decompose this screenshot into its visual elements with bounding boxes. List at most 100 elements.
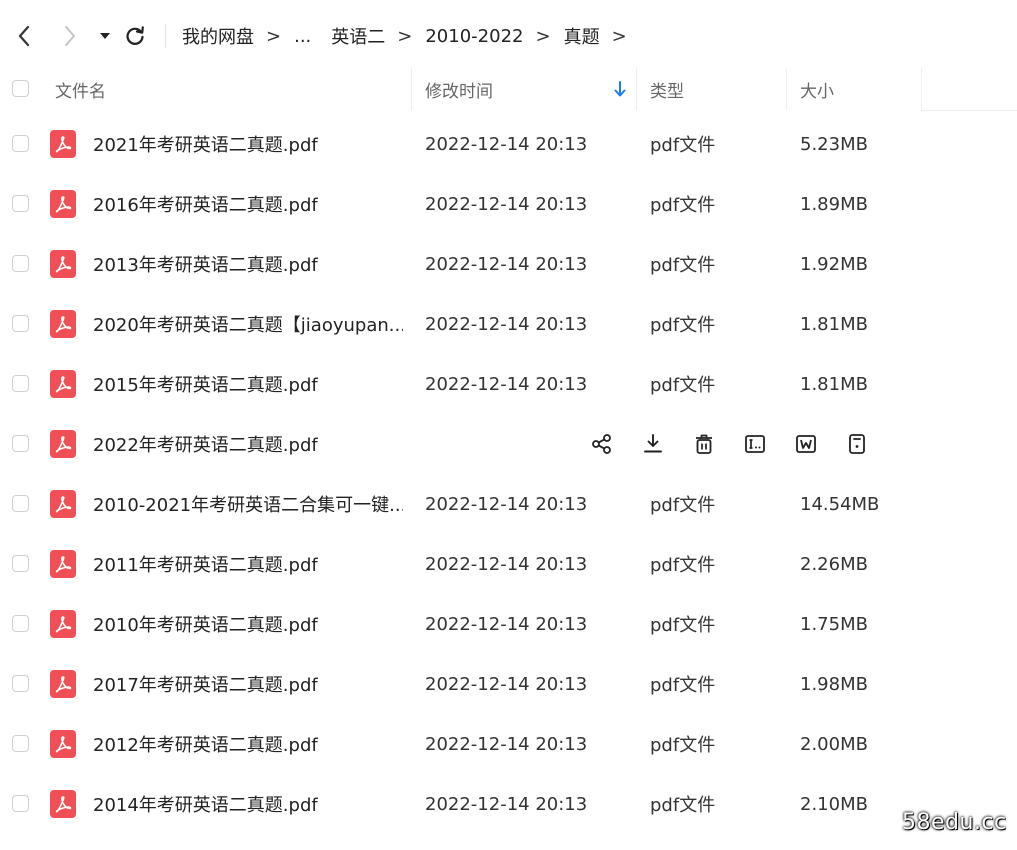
breadcrumb: 我的网盘 > ... > 英语二 > 2010-2022 > 真题 > <box>182 23 640 49</box>
row-checkbox[interactable] <box>12 495 29 512</box>
file-name[interactable]: 2013年考研英语二真题.pdf <box>93 234 318 294</box>
pdf-file-icon <box>50 190 76 218</box>
header-name[interactable]: 文件名 <box>55 66 106 112</box>
row-checkbox[interactable] <box>12 375 29 392</box>
file-list-header: 文件名 修改时间 类型 大小 <box>0 66 1017 112</box>
row-actions <box>590 432 869 456</box>
file-size: 2.10MB <box>800 793 868 815</box>
row-checkbox[interactable] <box>12 195 29 212</box>
column-divider[interactable] <box>921 68 922 112</box>
refresh-icon <box>126 26 144 45</box>
breadcrumb-separator: > <box>535 25 551 47</box>
file-type: pdf文件 <box>650 675 716 696</box>
file-name[interactable]: 2011年考研英语二真题.pdf <box>93 534 318 594</box>
file-name[interactable]: 2010-2021年考研英语二合集可一键... <box>93 474 403 534</box>
column-divider[interactable] <box>411 68 412 110</box>
table-row[interactable]: 2020年考研英语二真题【jiaoyupan... 2022-12-14 20:1… <box>0 294 1017 354</box>
pdf-file-icon <box>50 130 76 158</box>
select-all-checkbox[interactable] <box>12 80 29 97</box>
table-row[interactable]: 2014年考研英语二真题.pdf 2022-12-14 20:13 pdf文件 2.1… <box>0 774 1017 834</box>
header-mtime[interactable]: 修改时间 <box>425 66 493 112</box>
pdf-file-icon <box>50 370 76 398</box>
share-icon[interactable] <box>590 432 614 456</box>
file-type: pdf文件 <box>650 555 716 576</box>
breadcrumb-item-current: 真题 <box>563 27 600 48</box>
chevron-right-icon <box>65 26 75 46</box>
history-dropdown-button[interactable] <box>93 22 117 50</box>
row-checkbox[interactable] <box>12 675 29 692</box>
pdf-file-icon <box>50 730 76 758</box>
file-name[interactable]: 2015年考研英语二真题.pdf <box>93 354 318 414</box>
file-name[interactable]: 2016年考研英语二真题.pdf <box>93 174 318 234</box>
pdf-file-icon <box>50 670 76 698</box>
file-size: 1.81MB <box>800 373 868 395</box>
back-button[interactable] <box>12 22 36 50</box>
pdf-file-icon <box>50 550 76 578</box>
pdf-file-icon <box>50 490 76 518</box>
table-row[interactable]: 2013年考研英语二真题.pdf 2022-12-14 20:13 pdf文件 1.9… <box>0 234 1017 294</box>
breadcrumb-item-years[interactable]: 2010-2022 <box>425 26 523 47</box>
table-row[interactable]: 2015年考研英语二真题.pdf 2022-12-14 20:13 pdf文件 1.8… <box>0 354 1017 414</box>
file-type: pdf文件 <box>650 315 716 336</box>
table-row[interactable]: 2016年考研英语二真题.pdf 2022-12-14 20:13 pdf文件 1.8… <box>0 174 1017 234</box>
pdf-file-icon <box>50 610 76 638</box>
row-checkbox[interactable] <box>12 435 29 452</box>
file-name[interactable]: 2022年考研英语二真题.pdf <box>93 414 318 474</box>
file-type: pdf文件 <box>650 495 716 516</box>
file-type: pdf文件 <box>650 195 716 216</box>
toolbar: 我的网盘 > ... > 英语二 > 2010-2022 > 真题 > <box>0 10 1017 62</box>
table-row[interactable]: 2010-2021年考研英语二合集可一键... 2022-12-14 20:13 p… <box>0 474 1017 534</box>
row-checkbox[interactable] <box>12 135 29 152</box>
breadcrumb-separator: > <box>266 25 282 47</box>
file-type: pdf文件 <box>650 375 716 396</box>
column-divider[interactable] <box>786 68 787 110</box>
file-modified-time: 2022-12-14 20:13 <box>425 553 588 575</box>
row-checkbox[interactable] <box>12 315 29 332</box>
breadcrumb-separator: > <box>397 25 413 47</box>
file-name[interactable]: 2021年考研英语二真题.pdf <box>93 114 318 174</box>
file-modified-time: 2022-12-14 20:13 <box>425 793 588 815</box>
file-name[interactable]: 2014年考研英语二真题.pdf <box>93 774 318 834</box>
file-name[interactable]: 2010年考研英语二真题.pdf <box>93 594 318 654</box>
table-row[interactable]: 2022年考研英语二真题.pdf <box>0 414 1017 474</box>
arrow-down-icon[interactable] <box>613 80 627 98</box>
breadcrumb-item-ellipsis[interactable]: ... <box>294 26 311 47</box>
header-size[interactable]: 大小 <box>800 66 834 112</box>
file-name[interactable]: 2012年考研英语二真题.pdf <box>93 714 318 774</box>
refresh-button[interactable] <box>123 22 147 50</box>
toolbar-divider <box>165 24 166 48</box>
table-row[interactable]: 2011年考研英语二真题.pdf 2022-12-14 20:13 pdf文件 2.2… <box>0 534 1017 594</box>
delete-icon[interactable] <box>692 432 716 456</box>
file-name[interactable]: 2020年考研英语二真题【jiaoyupan... <box>93 294 403 354</box>
file-modified-time: 2022-12-14 20:13 <box>425 253 588 275</box>
download-icon[interactable] <box>641 432 665 456</box>
file-size: 14.54MB <box>800 493 880 515</box>
file-type: pdf文件 <box>650 735 716 756</box>
rename-icon[interactable] <box>743 432 767 456</box>
more-icon[interactable] <box>845 432 869 456</box>
save-to-icon[interactable] <box>794 432 818 456</box>
file-type: pdf文件 <box>650 255 716 276</box>
caret-down-icon <box>100 33 110 39</box>
breadcrumb-item-root[interactable]: 我的网盘 <box>182 23 254 49</box>
breadcrumb-item-english2[interactable]: 英语二 <box>331 23 385 49</box>
column-divider[interactable] <box>636 68 637 110</box>
pdf-file-icon <box>50 790 76 818</box>
file-modified-time: 2022-12-14 20:13 <box>425 733 588 755</box>
table-row[interactable]: 2017年考研英语二真题.pdf 2022-12-14 20:13 pdf文件 1.9… <box>0 654 1017 714</box>
pdf-file-icon <box>50 250 76 278</box>
pdf-file-icon <box>50 430 76 458</box>
file-size: 5.23MB <box>800 133 868 155</box>
row-checkbox[interactable] <box>12 255 29 272</box>
row-checkbox[interactable] <box>12 615 29 632</box>
table-row[interactable]: 2012年考研英语二真题.pdf 2022-12-14 20:13 pdf文件 2.0… <box>0 714 1017 774</box>
row-checkbox[interactable] <box>12 735 29 752</box>
row-checkbox[interactable] <box>12 795 29 812</box>
row-checkbox[interactable] <box>12 555 29 572</box>
table-row[interactable]: 2010年考研英语二真题.pdf 2022-12-14 20:13 pdf文件 1.7… <box>0 594 1017 654</box>
file-name[interactable]: 2017年考研英语二真题.pdf <box>93 654 318 714</box>
table-row[interactable]: 2021年考研英语二真题.pdf 2022-12-14 20:13 pdf文件 5.2… <box>0 114 1017 174</box>
forward-button[interactable] <box>58 22 82 50</box>
file-size: 1.98MB <box>800 673 868 695</box>
header-type[interactable]: 类型 <box>650 66 684 112</box>
